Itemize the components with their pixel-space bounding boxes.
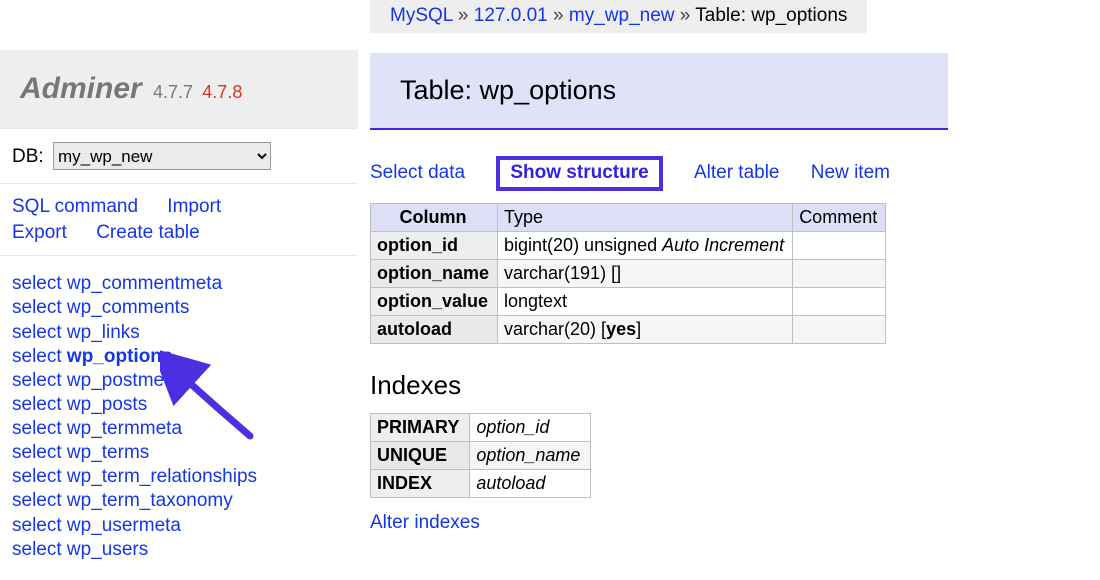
columns-header-row: Column Type Comment [371, 204, 886, 232]
column-comment [793, 316, 886, 344]
page-title: Table: wp_options [400, 75, 918, 106]
table-name: wp_term_taxonomy [67, 490, 233, 511]
table-name: wp_links [67, 322, 140, 343]
select-prefix: select [12, 370, 67, 391]
column-row: option_namevarchar(191) [] [371, 260, 886, 288]
indexes-heading: Indexes [370, 370, 1090, 401]
sidebar: Adminer 4.7.7 4.7.8 DB: my_wp_new SQL co… [0, 50, 358, 562]
version-current: 4.7.7 [153, 82, 193, 102]
sql-command-link[interactable]: SQL command [12, 194, 138, 220]
table-actions: Select data Show structure Alter table N… [370, 156, 1090, 191]
db-label: DB: [12, 146, 44, 167]
index-type: INDEX [371, 470, 470, 498]
version-latest-link[interactable]: 4.7.8 [202, 82, 242, 102]
new-item-link[interactable]: New item [811, 162, 890, 184]
breadcrumb-sep: » [553, 5, 569, 26]
column-row: option_idbigint(20) unsigned Auto Increm… [371, 232, 886, 260]
logo-box: Adminer 4.7.7 4.7.8 [0, 50, 358, 129]
table-name: wp_options [67, 346, 173, 367]
breadcrumb-db[interactable]: my_wp_new [569, 5, 675, 26]
breadcrumb-host[interactable]: 127.0.01 [474, 5, 548, 26]
table-link-wp-usermeta[interactable]: select wp_usermeta [12, 514, 358, 538]
index-columns: autoload [470, 470, 591, 498]
show-structure-link[interactable]: Show structure [496, 156, 662, 191]
select-prefix: select [12, 515, 67, 536]
table-link-wp-comments[interactable]: select wp_comments [12, 296, 358, 320]
table-link-wp-commentmeta[interactable]: select wp_commentmeta [12, 272, 358, 296]
column-name: option_value [371, 288, 498, 316]
alter-table-link[interactable]: Alter table [694, 162, 780, 184]
table-name: wp_termmeta [67, 418, 182, 439]
index-columns: option_name [470, 442, 591, 470]
index-type: UNIQUE [371, 442, 470, 470]
column-comment [793, 232, 886, 260]
select-prefix: select [12, 297, 67, 318]
table-link-wp-options[interactable]: select wp_options [12, 345, 358, 369]
columns-header-type: Type [498, 204, 793, 232]
column-type: bigint(20) unsigned Auto Increment [498, 232, 793, 260]
table-name: wp_comments [67, 297, 190, 318]
column-comment [793, 260, 886, 288]
column-comment [793, 288, 886, 316]
table-name: wp_posts [67, 394, 147, 415]
columns-header-column: Column [371, 204, 498, 232]
table-name: wp_term_relationships [67, 466, 257, 487]
column-type: varchar(20) [yes] [498, 316, 793, 344]
breadcrumb-tail: Table: wp_options [695, 5, 847, 26]
main: MySQL » 127.0.01 » my_wp_new » Table: wp… [370, 0, 1090, 534]
export-link[interactable]: Export [12, 220, 67, 246]
db-select[interactable]: my_wp_new [53, 142, 271, 170]
table-link-wp-term-relationships[interactable]: select wp_term_relationships [12, 465, 358, 489]
index-type: PRIMARY [371, 414, 470, 442]
column-name: option_name [371, 260, 498, 288]
select-prefix: select [12, 539, 67, 560]
db-selector-row: DB: my_wp_new [0, 129, 358, 184]
columns-header-comment: Comment [793, 204, 886, 232]
import-link[interactable]: Import [167, 194, 221, 220]
page-title-bar: Table: wp_options [370, 53, 948, 130]
table-name: wp_postmeta [67, 370, 180, 391]
breadcrumb-sep: » [680, 5, 696, 26]
table-link-wp-termmeta[interactable]: select wp_termmeta [12, 417, 358, 441]
table-link-wp-terms[interactable]: select wp_terms [12, 441, 358, 465]
command-links: SQL command Import Export Create table [0, 184, 358, 256]
select-prefix: select [12, 442, 67, 463]
column-name: option_id [371, 232, 498, 260]
breadcrumb-driver[interactable]: MySQL [390, 5, 453, 26]
columns-table: Column Type Comment option_idbigint(20) … [370, 203, 886, 344]
index-columns: option_id [470, 414, 591, 442]
table-list: select wp_commentmetaselect wp_commentss… [0, 256, 358, 562]
create-table-link[interactable]: Create table [96, 220, 200, 246]
table-link-wp-postmeta[interactable]: select wp_postmeta [12, 369, 358, 393]
select-prefix: select [12, 466, 67, 487]
select-prefix: select [12, 490, 67, 511]
breadcrumb: MySQL » 127.0.01 » my_wp_new » Table: wp… [370, 0, 867, 33]
index-row: INDEXautoload [371, 470, 591, 498]
column-type: varchar(191) [] [498, 260, 793, 288]
select-prefix: select [12, 322, 67, 343]
breadcrumb-sep: » [458, 5, 474, 26]
select-prefix: select [12, 346, 67, 367]
select-prefix: select [12, 418, 67, 439]
table-link-wp-term-taxonomy[interactable]: select wp_term_taxonomy [12, 489, 358, 513]
index-row: UNIQUEoption_name [371, 442, 591, 470]
table-name: wp_usermeta [67, 515, 181, 536]
select-prefix: select [12, 394, 67, 415]
table-link-wp-links[interactable]: select wp_links [12, 321, 358, 345]
column-row: autoloadvarchar(20) [yes] [371, 316, 886, 344]
index-row: PRIMARYoption_id [371, 414, 591, 442]
table-link-wp-posts[interactable]: select wp_posts [12, 393, 358, 417]
indexes-table: PRIMARYoption_idUNIQUEoption_nameINDEXau… [370, 413, 591, 498]
select-data-link[interactable]: Select data [370, 162, 465, 184]
select-prefix: select [12, 273, 67, 294]
column-name: autoload [371, 316, 498, 344]
table-name: wp_commentmeta [67, 273, 222, 294]
table-name: wp_terms [67, 442, 149, 463]
column-type: longtext [498, 288, 793, 316]
column-row: option_valuelongtext [371, 288, 886, 316]
app-name: Adminer [20, 72, 142, 105]
table-name: wp_users [67, 539, 148, 560]
alter-indexes-link[interactable]: Alter indexes [370, 512, 480, 534]
table-link-wp-users[interactable]: select wp_users [12, 538, 358, 562]
